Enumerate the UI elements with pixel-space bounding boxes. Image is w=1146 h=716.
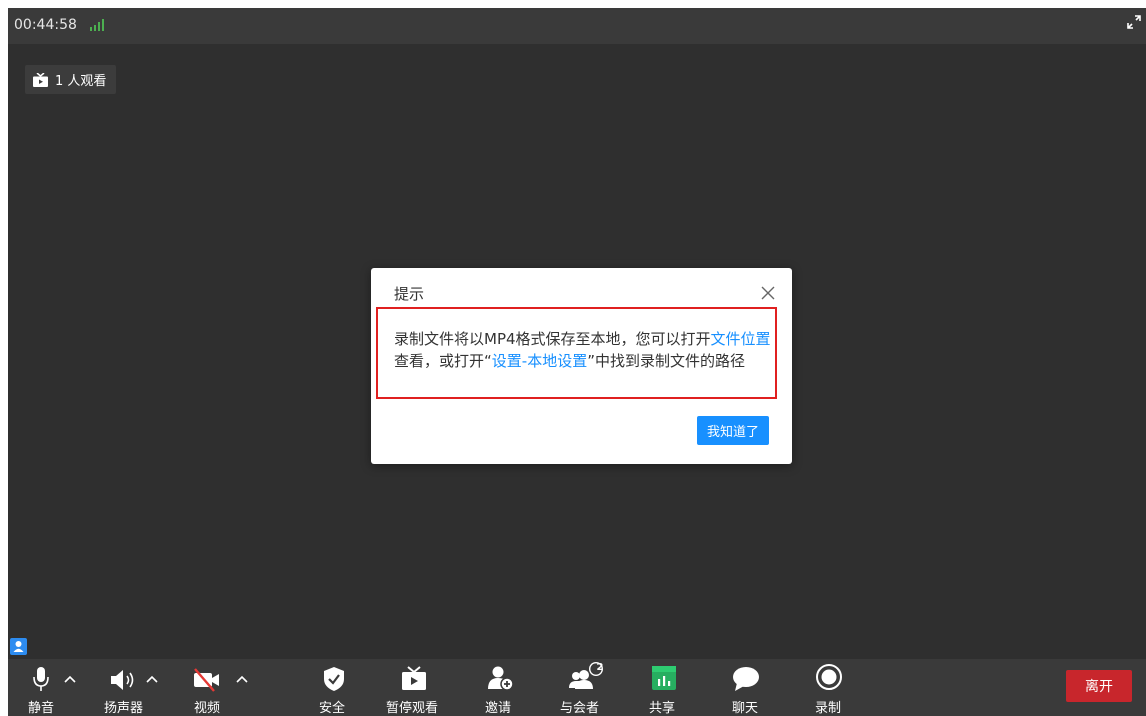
self-avatar[interactable] [10, 638, 27, 655]
top-status-bar: 00:44:58 [8, 8, 1146, 44]
chat-label: 聊天 [732, 701, 759, 716]
share-label: 共享 [649, 701, 676, 716]
speaker-button[interactable]: 扬声器 [104, 659, 174, 716]
chevron-up-icon[interactable] [146, 675, 158, 683]
meeting-timer: 00:44:58 [14, 17, 77, 33]
tv-icon [402, 666, 426, 690]
ok-button[interactable]: 我知道了 [697, 416, 769, 445]
message-text: 中找到录制文件的路径 [595, 352, 746, 370]
participants-button[interactable]: 2 与会者 [558, 659, 608, 716]
security-label: 安全 [319, 701, 346, 716]
invite-label: 邀请 [485, 701, 512, 716]
message-text: “ [484, 352, 492, 370]
record-button[interactable]: 录制 [813, 659, 853, 716]
participants-count-badge: 2 [596, 662, 604, 673]
tip-dialog: 提示 录制文件将以MP4格式保存至本地，您可以打开文件位置查看，或打开“设置-本… [371, 268, 792, 464]
close-icon[interactable] [760, 285, 776, 301]
file-location-link[interactable]: 文件位置 [711, 330, 771, 348]
dialog-message: 录制文件将以MP4格式保存至本地，您可以打开文件位置查看，或打开“设置-本地设置… [376, 307, 777, 399]
record-label: 录制 [815, 701, 842, 716]
viewers-badge: 1 人观看 [25, 65, 117, 94]
meeting-window: 00:44:58 1 人观看 提示 录制文件将以MP4格式保存至本地，您可以打开… [8, 8, 1146, 716]
invite-button[interactable]: 邀请 [482, 659, 522, 716]
local-settings-link[interactable]: 设置-本地设置 [492, 352, 587, 370]
fullscreen-icon[interactable] [1126, 14, 1142, 30]
message-text: 录制文件将以MP4格式保存至本地，您可以打开 [394, 330, 711, 348]
participants-label: 与会者 [560, 701, 600, 716]
shield-icon [324, 667, 344, 691]
chat-button[interactable]: 聊天 [732, 659, 772, 716]
leave-button[interactable]: 离开 [1066, 670, 1132, 702]
chevron-up-icon[interactable] [64, 675, 76, 683]
video-button[interactable]: 视频 [188, 659, 258, 716]
share-button[interactable]: 共享 [648, 659, 688, 716]
user-icon [13, 641, 24, 652]
microphone-icon [33, 667, 49, 691]
speaker-label: 扬声器 [104, 701, 144, 716]
share-screen-icon [652, 666, 676, 690]
chat-icon [733, 667, 759, 691]
pause-viewing-label: 暂停观看 [386, 701, 439, 716]
speaker-icon [111, 670, 134, 690]
bottom-toolbar: 静音 扬声器 视频 安全 暂停观看 邀请 2 与会者 共享 聊天 录制 离开 [8, 659, 1146, 716]
pause-viewing-button[interactable]: 暂停观看 [384, 659, 444, 716]
chevron-up-icon[interactable] [236, 675, 248, 683]
message-text: ” [587, 352, 595, 370]
message-text: 查看，或打开 [394, 352, 485, 370]
mute-label: 静音 [28, 701, 55, 716]
add-user-icon [488, 666, 514, 691]
dialog-title: 提示 [394, 285, 425, 303]
tv-icon [33, 72, 48, 87]
signal-strength-icon [90, 19, 104, 31]
record-icon [816, 664, 842, 690]
video-off-icon [194, 668, 219, 692]
mute-button[interactable]: 静音 [26, 659, 96, 716]
video-label: 视频 [194, 701, 221, 716]
viewers-count: 1 人观看 [55, 74, 107, 89]
security-button[interactable]: 安全 [315, 659, 351, 716]
